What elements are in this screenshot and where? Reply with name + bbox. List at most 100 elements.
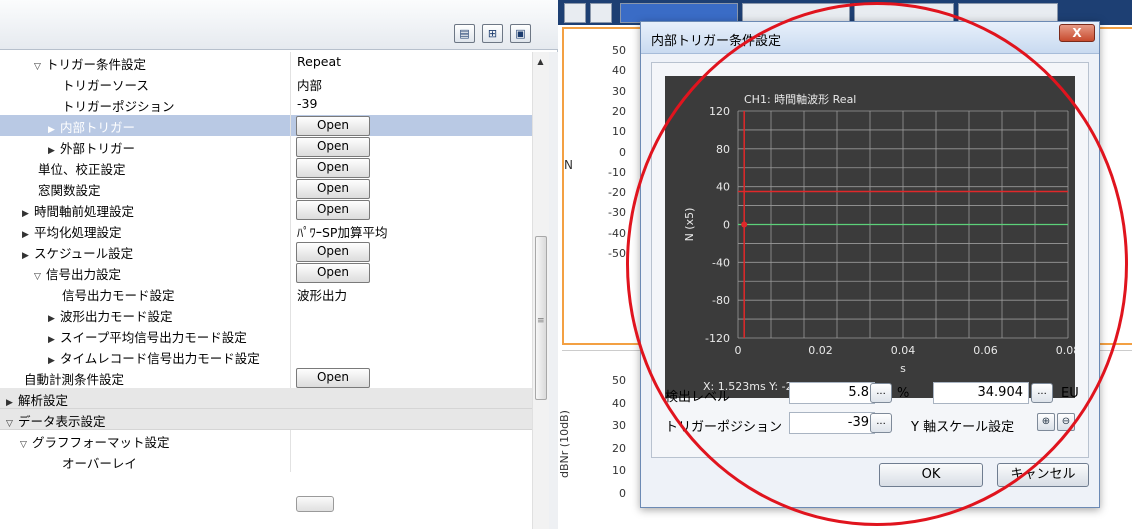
property-row[interactable]: ▽ データ表示設定 [0,409,532,430]
expand-arrow-icon[interactable]: ▶ [48,356,60,366]
waveform-graph[interactable]: CH1: 時間軸波形 Real 120 80 40 0 -40 -80 -120 0 0.02 0.… [665,76,1075,398]
property-value[interactable]: Repeat [297,54,341,69]
bottom-y-tick-label: 40 [612,396,626,410]
expand-arrow-icon[interactable]: ▶ [48,146,60,156]
expand-arrow-icon[interactable]: ▶ [22,209,34,219]
property-row[interactable]: 自動計測条件設定 Open [0,367,532,388]
tab-3[interactable] [742,3,850,23]
property-row[interactable]: ▶ 解析設定 [0,388,532,409]
overlay-toggle[interactable] [296,496,334,512]
property-value[interactable]: ﾊﾟﾜｰSP加算平均 [297,222,387,241]
property-row[interactable]: ▶ 内部トリガー Open [0,115,532,136]
property-row[interactable]: 単位、校正設定 Open [0,157,532,178]
property-label-text: トリガー条件設定 [46,57,147,72]
expand-arrow-icon[interactable]: ▶ [48,335,60,345]
open-button[interactable]: Open [296,368,370,388]
expand-arrow-icon[interactable]: ▶ [48,125,60,135]
top-y-axis-label: N [564,158,573,172]
panel-splitter[interactable] [549,52,558,529]
property-label: ▽ データ表示設定 [6,411,106,430]
tab-4[interactable] [854,3,954,23]
open-button[interactable]: Open [296,200,370,220]
cancel-button[interactable]: キャンセル [997,463,1089,487]
property-label: ▽ トリガー条件設定 [34,54,146,73]
property-row[interactable]: ▶ スケジュール設定 Open [0,241,532,262]
property-row[interactable]: ▶ 外部トリガー Open [0,136,532,157]
property-label: ▽ 信号出力設定 [34,264,121,283]
tab-2[interactable] [590,3,612,23]
detect-level-percent-field[interactable]: 5.8 [789,382,875,404]
property-label-text: オーバーレイ [62,456,137,471]
property-row[interactable]: ▽ 信号出力設定 Open [0,262,532,283]
expand-arrow-icon[interactable]: ▶ [22,251,34,261]
top-y-tick-label: 30 [612,84,626,98]
property-label: ▶ 外部トリガー [48,138,135,157]
property-label: ▶ 平均化処理設定 [22,222,122,241]
tab-1[interactable] [564,3,586,23]
top-y-tick-label: -20 [608,186,626,200]
expand-arrow-icon[interactable]: ▶ [22,230,34,240]
property-row[interactable]: ▶ タイムレコード信号出力モード設定 [0,346,532,367]
ok-button[interactable]: OK [879,463,983,487]
top-y-tick-label: 0 [619,145,626,159]
property-row[interactable]: ▽ グラフフォーマット設定 [0,430,532,451]
open-button[interactable]: Open [296,158,370,178]
expand-all-icon[interactable]: ⊞ [482,24,503,43]
open-button[interactable]: Open [296,137,370,157]
property-row[interactable]: オーバーレイ [0,451,532,472]
property-label-text: 信号出力モード設定 [62,288,175,303]
detect-level-percent-browse-button[interactable]: ... [870,383,892,403]
collapse-icon[interactable]: ▣ [510,24,531,43]
property-value[interactable]: -39 [297,96,317,111]
zoom-in-icon[interactable]: ⊕ [1037,413,1055,431]
tab-active[interactable] [620,3,738,23]
expand-arrow-icon[interactable]: ▶ [48,314,60,324]
property-row[interactable]: 信号出力モード設定 波形出力 [0,283,532,304]
x-tick-label: 0.04 [891,344,916,357]
property-row[interactable]: ▶ 平均化処理設定 ﾊﾟﾜｰSP加算平均 [0,220,532,241]
collapse-arrow-icon[interactable]: ▽ [34,62,46,72]
expand-arrow-icon[interactable]: ▶ [6,398,18,408]
scroll-up-icon[interactable]: ▲ [532,57,549,73]
property-row[interactable]: トリガーポジション -39 [0,94,532,115]
column-divider [290,346,291,367]
y-tick-label: -120 [705,332,730,345]
property-row[interactable]: ▶ スイープ平均信号出力モード設定 [0,325,532,346]
bottom-y-axis-label: dBNr (10dB) [558,410,571,478]
waveform-plot[interactable]: CH1: 時間軸波形 Real 120 80 40 0 -40 -80 -120 0 0.02 0.… [665,76,1075,398]
property-label-text: 解析設定 [18,393,69,408]
open-button[interactable]: Open [296,242,370,262]
property-value[interactable]: 波形出力 [297,285,347,304]
open-button[interactable]: Open [296,179,370,199]
collapse-arrow-icon[interactable]: ▽ [6,419,18,429]
column-divider [290,136,291,157]
dialog-titlebar[interactable]: 内部トリガー条件設定 X [641,22,1099,54]
list-view-icon[interactable]: ▤ [454,24,475,43]
open-button[interactable]: Open [296,116,370,136]
bottom-y-tick-label: 20 [612,441,626,455]
property-row[interactable]: トリガーソース 内部 [0,73,532,94]
trigger-position-field[interactable]: -39 [789,412,875,434]
close-button[interactable]: X [1059,24,1095,42]
collapse-arrow-icon[interactable]: ▽ [34,272,46,282]
collapse-arrow-icon[interactable]: ▽ [20,440,32,450]
column-divider [290,115,291,136]
grip-icon: ≡ [537,316,545,326]
tab-5[interactable] [958,3,1058,23]
property-row[interactable]: 窓関数設定 Open [0,178,532,199]
property-label: オーバーレイ [62,453,137,472]
property-row[interactable]: ▽ トリガー条件設定 Repeat [0,52,532,73]
detect-level-eu-browse-button[interactable]: ... [1031,383,1053,403]
column-divider [290,451,291,472]
detect-level-eu-field[interactable]: 34.904 [933,382,1029,404]
property-label: ▶ スイープ平均信号出力モード設定 [48,327,247,346]
open-button[interactable]: Open [296,263,370,283]
property-row[interactable]: ▶ 波形出力モード設定 [0,304,532,325]
top-y-tick-label: -10 [608,165,626,179]
property-label-text: 窓関数設定 [38,183,101,198]
property-row[interactable]: ▶ 時間軸前処理設定 Open [0,199,532,220]
zoom-out-icon[interactable]: ⊖ [1057,413,1075,431]
property-value[interactable]: 内部 [297,75,322,94]
property-label: ▽ グラフフォーマット設定 [20,432,170,451]
trigger-position-browse-button[interactable]: ... [870,413,892,433]
